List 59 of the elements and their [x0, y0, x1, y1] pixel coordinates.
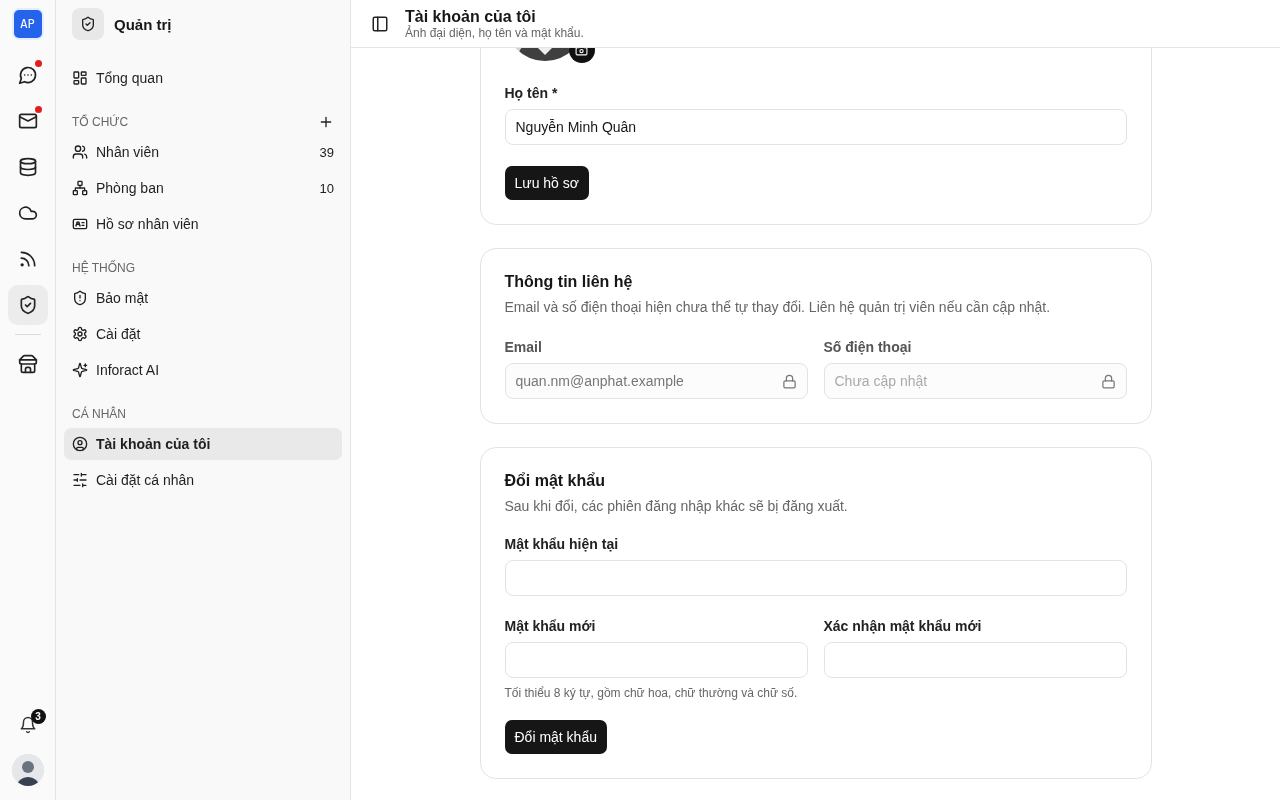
password-field[interactable]	[504, 642, 808, 678]
plus-icon	[318, 114, 334, 130]
settings-icon	[72, 326, 88, 342]
section-heading: TỔ CHỨC	[72, 115, 129, 129]
nav-item[interactable]: Bảo mật	[64, 282, 342, 314]
rail-button[interactable]	[7, 285, 48, 325]
sidebar-title: Quản trị	[114, 15, 172, 33]
nav-item[interactable]: Nhân viên 39	[64, 136, 342, 168]
cloud-icon	[17, 203, 38, 223]
item-count: 39	[319, 144, 334, 160]
card-title: Đổi mật khẩu	[504, 472, 606, 490]
field-label: Số điện thoại	[823, 339, 913, 355]
bell-icon	[18, 716, 37, 734]
app-logo[interactable]: AP	[13, 10, 42, 38]
sidebar-toggle-button[interactable]	[371, 14, 389, 33]
nav-item[interactable]: Tài khoản của tôi	[64, 428, 342, 460]
section-heading: CÁ NHÂN	[72, 407, 126, 421]
page-subtitle: Ảnh đại diện, họ tên và mật khẩu.	[405, 26, 584, 40]
sidebar-toggle-icon	[371, 14, 389, 33]
nav-item[interactable]: Hồ sơ nhân viên	[64, 208, 342, 240]
email-field[interactable]: quan.nm@anphat.example	[504, 363, 808, 399]
chat-icon	[17, 65, 38, 85]
field-label: Email	[504, 339, 543, 355]
mail-icon	[17, 111, 38, 131]
store-icon	[17, 354, 38, 374]
card-title: Thông tin liên hệ	[504, 273, 634, 291]
field-hint: Tối thiểu 8 ký tự, gồm chữ hoa, chữ thường và chữ số.	[504, 686, 799, 700]
nav-item[interactable]: Phòng ban 10	[64, 172, 342, 204]
field-label: Xác nhận mật khẩu mới	[823, 618, 983, 634]
shield-check-icon	[80, 16, 96, 32]
nav-item[interactable]: Inforact AI	[64, 354, 342, 386]
item-count: 10	[319, 180, 334, 196]
page-title: Tài khoản của tôi	[405, 7, 537, 25]
notification-badge: 3	[30, 709, 46, 724]
nav-item[interactable]: Cài đặt	[64, 318, 342, 350]
card-description: Sau khi đổi, các phiên đăng nhập khác sẽ bị đăng xuất.	[504, 498, 849, 514]
save-profile-button[interactable]: Lưu hồ sơ	[504, 166, 589, 200]
grid-icon	[72, 70, 88, 86]
sparkles-icon	[72, 362, 88, 378]
nav-item[interactable]: Tổng quan	[64, 62, 342, 94]
hierarchy-icon	[72, 180, 88, 196]
change-password-button[interactable]: Đổi mật khẩu	[504, 720, 607, 754]
password-field[interactable]	[504, 560, 1127, 596]
nav-item[interactable]: Cài đặt cá nhân	[64, 464, 342, 496]
password-field[interactable]	[823, 642, 1127, 678]
name-field[interactable]: Nguyễn Minh Quân	[504, 109, 1127, 145]
id-card-icon	[72, 216, 88, 232]
sliders-icon	[72, 472, 88, 488]
add-button[interactable]	[318, 114, 334, 130]
database-icon	[17, 157, 38, 177]
users-icon	[72, 144, 88, 160]
user-circle-icon	[72, 436, 88, 452]
field-label: Mật khẩu hiện tại	[504, 536, 620, 552]
notifications-button[interactable]: 3	[12, 710, 43, 740]
card-description: Email và số điện thoại hiện chưa thể tự thay đổi. Liên hệ quản trị viên nếu cần cập nhật.	[504, 299, 1052, 315]
field-label: Mật khẩu mới	[504, 618, 597, 634]
shield-alert-icon	[72, 290, 88, 306]
field-label: Họ tên *	[504, 85, 559, 101]
section-heading: HỆ THỐNG	[72, 261, 136, 275]
